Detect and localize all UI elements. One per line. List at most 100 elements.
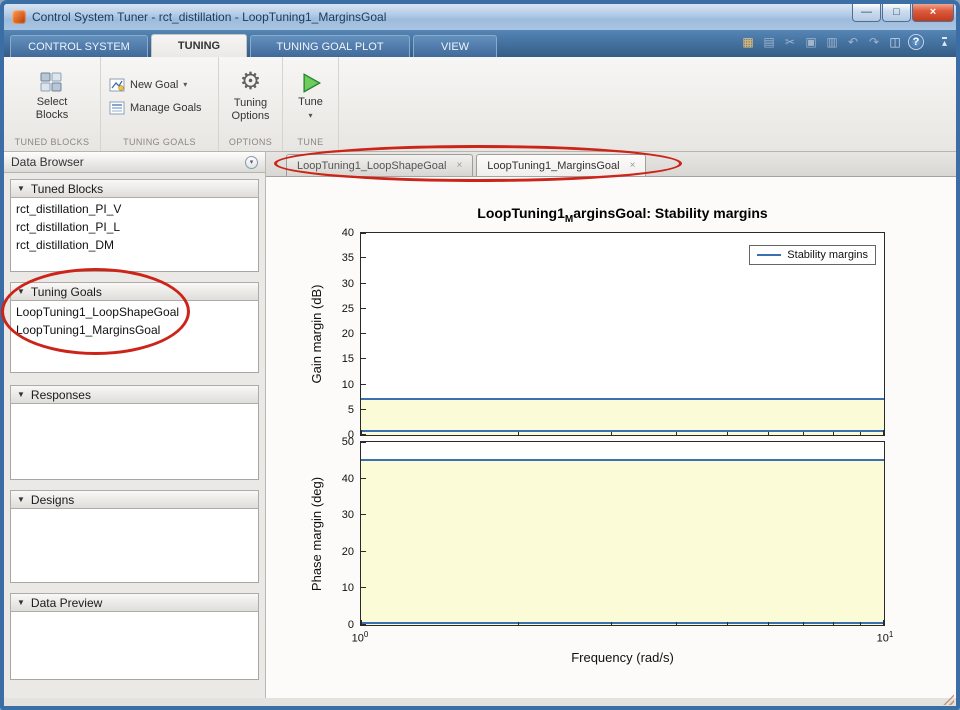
close-button[interactable]: × <box>912 4 954 22</box>
plot-browser-icon[interactable]: ▦ <box>740 34 756 50</box>
ytick-label: 15 <box>341 353 354 366</box>
xtick-minor-mark <box>833 432 835 435</box>
close-tab-icon[interactable]: × <box>630 160 636 171</box>
ytick-label: 40 <box>341 472 354 485</box>
gain-margin-ylabel: Gain margin (dB) <box>309 284 324 384</box>
manage-goals-label: Manage Goals <box>130 101 202 114</box>
phase-margin-ylabel: Phase margin (deg) <box>309 476 324 591</box>
list-item[interactable]: rct_distillation_PI_V <box>11 200 258 218</box>
data-browser-sections: ▼ Tuned Blocks rct_distillation_PI_V rct… <box>4 173 265 698</box>
section-title: Tuned Blocks <box>30 181 104 196</box>
app-icon <box>12 10 26 24</box>
section-header-tuning-goals[interactable]: ▼ Tuning Goals <box>10 282 259 301</box>
collapse-arrow-icon: ▼ <box>17 495 25 504</box>
quick-access-toolbar: ▦ ▤ ✂ ▣ ▥ ↶ ↷ ◫ ? <box>740 34 924 50</box>
section-title: Designs <box>30 492 75 507</box>
responses-list[interactable] <box>10 404 259 480</box>
list-item[interactable]: LoopTuning1_MarginsGoal <box>11 321 258 339</box>
ytick-label: 0 <box>347 619 354 631</box>
browser-menu-button[interactable]: ▾ <box>245 155 258 169</box>
tuning-options-button[interactable]: ⚙ Tuning Options <box>220 66 282 125</box>
ytick-mark <box>361 383 366 385</box>
list-item[interactable]: LoopTuning1_LoopShapeGoal <box>11 303 258 321</box>
paste-icon[interactable]: ▥ <box>824 34 840 50</box>
ytick-label: 10 <box>341 378 354 391</box>
xtick-label-10: 101 <box>876 630 894 645</box>
maximize-icon: □ <box>893 6 900 18</box>
section-label-tuning-goals: TUNING GOALS <box>123 137 196 147</box>
ytick-mark <box>361 282 366 284</box>
cut-icon[interactable]: ✂ <box>782 34 798 50</box>
doc-tab-label: LoopTuning1_MarginsGoal <box>487 159 620 172</box>
manage-goals-button[interactable]: Manage Goals <box>109 101 202 115</box>
section-header-tuned-blocks[interactable]: ▼ Tuned Blocks <box>10 179 259 198</box>
document-tab-bar: LoopTuning1_LoopShapeGoal × LoopTuning1_… <box>266 152 956 177</box>
ytick-mark <box>361 233 366 235</box>
gain-margin-plot[interactable]: Gain margin (dB) Stability margins 0 5 10 1… <box>309 227 885 441</box>
tab-tuning-goal-plot[interactable]: TUNING GOAL PLOT <box>250 35 410 57</box>
phase-margin-plot[interactable]: Phase margin (deg) 0 10 20 30 40 50 <box>309 436 885 631</box>
tune-dropdown-icon: ▾ <box>308 110 313 120</box>
tune-play-icon <box>303 73 321 94</box>
minimize-button[interactable]: — <box>852 4 881 22</box>
xtick-major-mark <box>882 430 884 435</box>
close-icon: × <box>929 6 937 18</box>
x-axis-label: Frequency (rad/s) <box>571 650 674 665</box>
section-label-options: OPTIONS <box>228 137 273 147</box>
help-icon[interactable]: ? <box>908 34 924 50</box>
close-tab-icon[interactable]: × <box>456 160 462 171</box>
section-label-tune: TUNE <box>297 137 324 147</box>
new-goal-icon <box>109 78 125 91</box>
section-title: Tuning Goals <box>30 284 102 299</box>
window-controls: — □ × <box>851 4 954 22</box>
xtick-major-mark <box>882 620 884 625</box>
collapse-arrow-icon: ▼ <box>17 598 25 607</box>
redo-icon[interactable]: ↷ <box>866 34 882 50</box>
ytick-mark <box>361 307 366 309</box>
tab-view[interactable]: VIEW <box>413 35 497 57</box>
copy-icon[interactable]: ▣ <box>803 34 819 50</box>
data-browser-title: Data Browser <box>11 155 84 169</box>
section-header-designs[interactable]: ▼ Designs <box>10 490 259 509</box>
data-browser-header: Data Browser ▾ <box>4 152 265 173</box>
xtick-minor-mark <box>802 622 804 625</box>
ytick-mark <box>361 477 366 479</box>
minimize-ribbon-icon[interactable]: ▴ <box>941 37 947 49</box>
doc-tab-marginsgoal[interactable]: LoopTuning1_MarginsGoal × <box>476 154 647 176</box>
section-header-responses[interactable]: ▼ Responses <box>10 385 259 404</box>
tab-control-system[interactable]: CONTROL SYSTEM <box>10 35 148 57</box>
xtick-minor-mark <box>833 622 835 625</box>
ytick-mark <box>361 587 366 589</box>
manage-goals-icon <box>109 101 125 114</box>
ytick-label: 30 <box>341 509 354 522</box>
phase-margin-baseline-line <box>361 621 884 624</box>
select-blocks-button[interactable]: Select Blocks <box>21 67 83 124</box>
shaded-requirement-region <box>361 460 884 625</box>
tab-tuning[interactable]: TUNING <box>151 34 247 57</box>
ribbon: Select Blocks TUNED BLOCKS New Goal ▾ Ma… <box>4 57 956 152</box>
new-goal-button[interactable]: New Goal ▾ <box>109 78 187 92</box>
doc-tab-loopshapegoal[interactable]: LoopTuning1_LoopShapeGoal × <box>286 154 474 176</box>
section-title: Data Preview <box>30 595 103 610</box>
tuning-goals-list[interactable]: LoopTuning1_LoopShapeGoal LoopTuning1_Ma… <box>10 301 259 373</box>
content-area: Data Browser ▾ ▼ Tuned Blocks rct_distil… <box>4 152 956 698</box>
undo-icon[interactable]: ↶ <box>845 34 861 50</box>
ytick-mark <box>361 333 366 334</box>
section-label-tuned-blocks: TUNED BLOCKS <box>14 137 90 147</box>
title-bar[interactable]: Control System Tuner - rct_distillation … <box>4 4 956 30</box>
maximize-button[interactable]: □ <box>882 4 911 22</box>
window-layout-icon[interactable]: ◫ <box>887 34 903 50</box>
xtick-label-1: 100 <box>351 630 369 645</box>
tune-button[interactable]: Tune ▾ <box>287 69 335 123</box>
list-item[interactable]: rct_distillation_PI_L <box>11 218 258 236</box>
xtick-major-mark <box>361 430 362 435</box>
collapse-arrow-icon: ▼ <box>17 390 25 399</box>
designs-list[interactable] <box>10 509 259 583</box>
ytick-label: 30 <box>341 277 354 290</box>
list-item[interactable]: rct_distillation_DM <box>11 236 258 254</box>
save-icon[interactable]: ▤ <box>761 34 777 50</box>
tuned-blocks-list[interactable]: rct_distillation_PI_V rct_distillation_P… <box>10 198 259 272</box>
section-header-data-preview[interactable]: ▼ Data Preview <box>10 593 259 612</box>
tuning-options-label: Tuning Options <box>231 97 270 122</box>
data-preview-list[interactable] <box>10 612 259 680</box>
